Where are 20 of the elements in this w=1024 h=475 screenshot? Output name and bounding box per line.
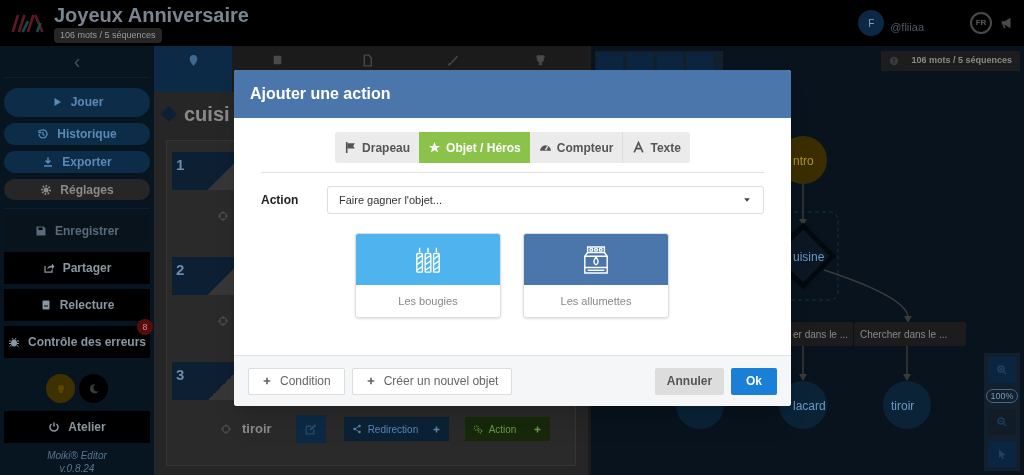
- stats-text: 106 mots / 5 séquences: [911, 54, 1012, 68]
- node-label: tiroir: [891, 399, 915, 413]
- node-label: lacard: [793, 399, 826, 413]
- node-label: er dans le ...: [793, 329, 849, 340]
- user-avatar: F: [858, 10, 885, 36]
- stats-badge: 106 mots / 5 séquences: [54, 27, 162, 44]
- node-label: uisine: [793, 250, 825, 264]
- target-name: tiroir: [242, 420, 272, 439]
- user-handle: @fliiaa: [890, 19, 924, 35]
- version-label: v.0.8.24: [58, 462, 96, 475]
- sequence-title: cuisi: [184, 102, 230, 127]
- card-label: Les bougies: [397, 293, 459, 309]
- field-label: Action: [261, 192, 300, 209]
- product-name: Moiki® Editor: [46, 449, 108, 462]
- app-title: Joyeux Anniversaire: [54, 2, 249, 27]
- node-label: ntro: [793, 154, 814, 168]
- error-count-badge: 8: [137, 319, 153, 336]
- dialog-title: Ajouter une action: [234, 70, 791, 118]
- node-label: Chercher dans le ...: [860, 329, 948, 340]
- card-label: Les allumettes: [559, 293, 633, 309]
